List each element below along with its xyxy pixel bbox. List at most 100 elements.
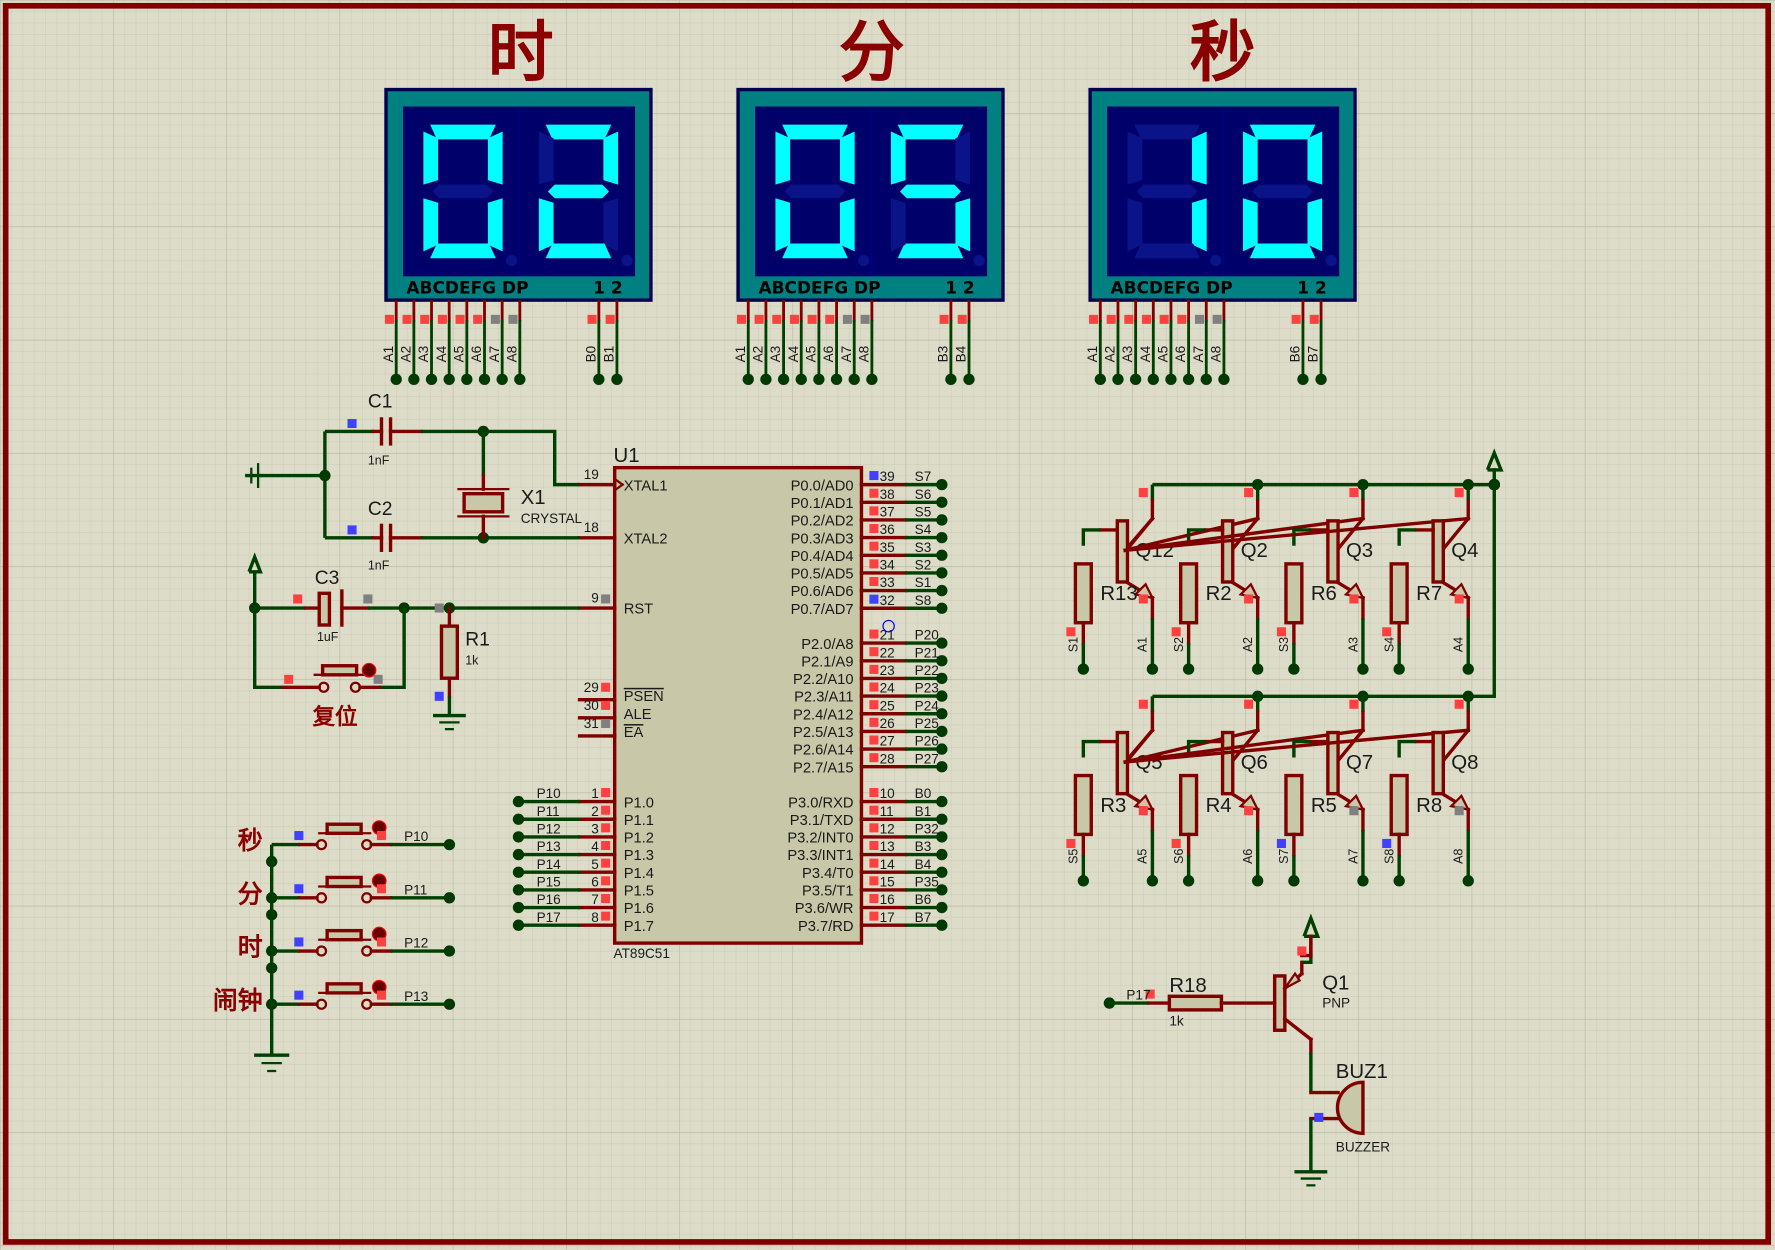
pin-number: 8	[591, 910, 599, 925]
pin-name: P3.7/RD	[798, 919, 854, 935]
pin-state-marker	[869, 629, 879, 639]
pin-name: ALE	[624, 707, 652, 723]
net-label: S7	[1277, 849, 1291, 864]
resistor-r2[interactable]	[1178, 562, 1199, 625]
resistor-r18[interactable]	[1167, 994, 1224, 1012]
display-digit-ids: 1 2	[945, 278, 975, 298]
pin-state-marker	[1244, 594, 1254, 604]
segment-e-on	[775, 198, 791, 252]
push-button[interactable]	[325, 875, 363, 889]
net-label: P22	[915, 663, 939, 678]
segment-f-on	[890, 131, 906, 185]
pin-state-marker	[869, 541, 879, 551]
segment-e-on	[423, 198, 439, 252]
net-label: P13	[537, 839, 561, 854]
pin-state-marker	[376, 990, 387, 1000]
pin-name: P3.1/TXD	[790, 813, 854, 829]
resistor-r5[interactable]	[1284, 773, 1304, 837]
component-ref: Q7	[1346, 752, 1373, 774]
pin-state-marker	[376, 937, 387, 947]
pin-name: P3.0/RXD	[788, 795, 853, 811]
resistor-r13[interactable]	[1073, 562, 1093, 625]
net-label: A8	[856, 346, 871, 363]
display-pin-header: ABCDEFG DP	[406, 278, 528, 298]
junction-dot	[936, 514, 948, 526]
display-title: 分	[839, 15, 905, 91]
resistor-r1[interactable]	[439, 624, 460, 680]
net-label: A6	[1241, 849, 1255, 864]
pin-number: 14	[880, 857, 896, 872]
resistor-r3[interactable]	[1073, 773, 1093, 837]
net-label: B6	[915, 892, 932, 907]
pin-state-marker	[601, 718, 611, 729]
reset-button[interactable]	[320, 664, 359, 677]
transistor-q1[interactable]	[1272, 974, 1287, 1032]
pin-number: 27	[880, 734, 895, 749]
junction-dot	[443, 892, 456, 904]
junction-dot	[963, 373, 975, 386]
net-label: P21	[915, 645, 939, 660]
pin-state-marker	[1244, 806, 1254, 816]
pin-number: 19	[584, 467, 599, 482]
push-button[interactable]	[325, 928, 363, 942]
pin-state-marker	[869, 753, 879, 763]
pin-state-marker	[473, 314, 483, 324]
net-label: S4	[1383, 637, 1397, 652]
net-label: A4	[1452, 637, 1466, 652]
crystal-x1[interactable]	[462, 491, 505, 514]
schematic-canvas[interactable]: 时分秒 ABCDEFG DP 1 2 A1 A2 A3 A4 A5 A6 A7 A8 B0 B1 ABCD…	[0, 0, 1775, 1250]
junction-dot	[266, 945, 278, 957]
resistor-r7[interactable]	[1389, 562, 1409, 625]
segment-c-on	[487, 198, 503, 252]
push-button[interactable]	[325, 982, 363, 995]
pin-state-marker	[869, 559, 879, 569]
pin-name: PSEN	[624, 689, 664, 705]
pin-state-marker	[601, 840, 611, 851]
pin-number: 33	[880, 575, 895, 590]
pin-state-marker	[860, 314, 870, 324]
net-label: S1	[915, 575, 932, 590]
pin-number: 30	[584, 698, 600, 713]
pin-name: P3.6/WR	[795, 901, 854, 917]
junction-dot	[1252, 663, 1264, 675]
segment-a-on	[782, 124, 848, 140]
net-label: A5	[1156, 346, 1171, 363]
junction-dot	[593, 373, 605, 386]
pin-name: P1.0	[624, 795, 654, 811]
resistor-r4[interactable]	[1178, 773, 1199, 837]
component-ref: C3	[315, 568, 340, 589]
component-part: AT89C51	[614, 946, 670, 961]
button-label: 闹钟	[213, 986, 263, 1015]
net-label: S4	[915, 522, 932, 537]
pin-name: P0.6/AD6	[791, 584, 854, 600]
component-value: CRYSTAL	[521, 511, 583, 526]
net-label: A5	[451, 346, 466, 363]
net-label: A2	[751, 346, 766, 363]
component-ref: R13	[1100, 583, 1137, 605]
pin-name: P1.6	[624, 901, 654, 917]
junction-dot	[936, 602, 948, 614]
resistor-r6[interactable]	[1284, 562, 1304, 625]
capacitor-c3[interactable]	[317, 591, 332, 627]
net-label: P12	[537, 822, 561, 837]
junction-dot	[936, 795, 948, 808]
segment-g-off	[784, 184, 846, 199]
push-button[interactable]	[325, 822, 363, 835]
pin-state-marker	[1349, 594, 1359, 604]
net-label: A4	[1138, 345, 1153, 362]
display-digit-ids: 1 2	[593, 278, 623, 298]
segment-a-on	[545, 124, 612, 140]
pin-name: P0.4/AD4	[791, 549, 854, 565]
segment-b-on	[1307, 131, 1323, 185]
pin-state-marker	[869, 911, 879, 921]
pin-state-marker	[869, 506, 879, 516]
decimal-point	[1325, 254, 1337, 267]
pin-number: 22	[880, 645, 895, 660]
net-label: S6	[1172, 849, 1186, 864]
schematic[interactable]: 时分秒ABCDEFG DP 1 2A1 A2 A3 A4 A5 A6 A7 A8 B0 B1ABCD…	[0, 0, 1775, 1250]
pin-number: 28	[880, 751, 895, 766]
net-label: P26	[915, 734, 939, 749]
resistor-r8[interactable]	[1389, 773, 1409, 837]
pin-state-marker	[1141, 314, 1152, 324]
component-ref: R1	[465, 629, 490, 650]
